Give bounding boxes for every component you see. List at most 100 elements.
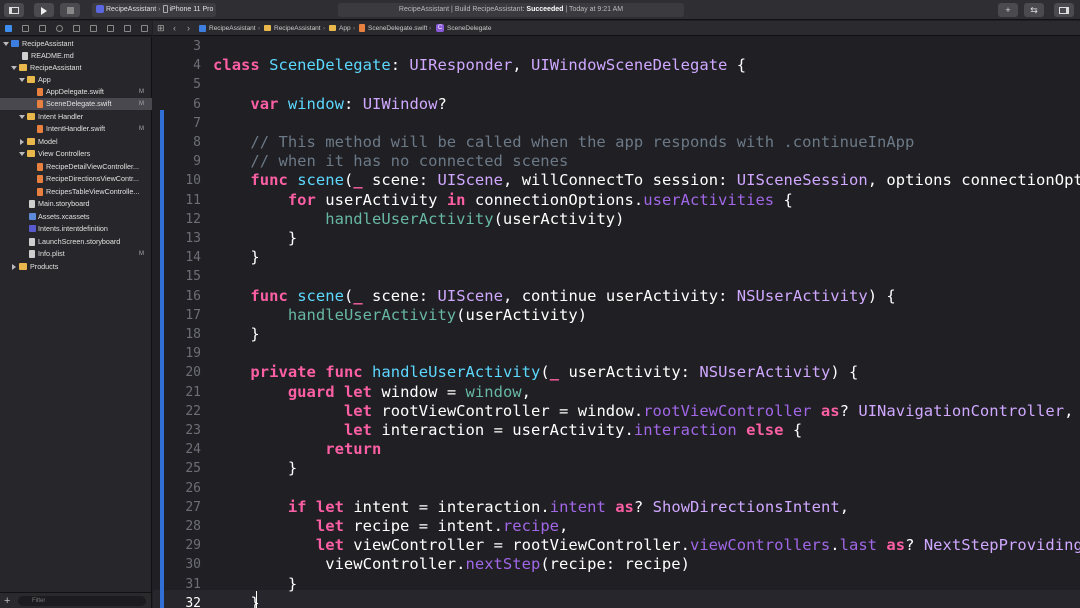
tree-item-intenthandler[interactable]: IntentHandler.swift M <box>0 123 152 135</box>
code-review-button[interactable]: ⇆ <box>1024 3 1044 17</box>
code-line[interactable]: class SceneDelegate: UIResponder, UIWind… <box>213 56 746 74</box>
tree-item-label: README.md <box>31 51 74 60</box>
activity-status: RecipeAssistant | Build RecipeAssistant:… <box>338 3 684 17</box>
tree-item-main-storyboard[interactable]: Main.storyboard <box>0 198 152 210</box>
tree-item-project[interactable]: RecipeAssistant <box>0 38 152 50</box>
symbol-navigator-icon[interactable] <box>39 25 46 32</box>
code-line[interactable]: for userActivity in connectionOptions.us… <box>213 191 793 209</box>
forward-button[interactable]: › <box>187 21 190 35</box>
disclosure-open-icon[interactable] <box>19 78 25 82</box>
tree-item-recipedirections[interactable]: RecipeDirectionsViewContr... <box>0 173 152 185</box>
scheme-selector[interactable]: RecipeAssistant › iPhone 11 Pro <box>92 3 216 17</box>
code-line[interactable]: } <box>213 229 297 247</box>
breadcrumb-file[interactable]: SceneDelegate.swift <box>368 21 427 35</box>
swift-file-icon <box>37 163 43 171</box>
line-number: 9 <box>193 154 201 170</box>
stop-button[interactable] <box>60 3 80 17</box>
tree-item-label: RecipeDetailViewController... <box>46 162 139 171</box>
find-navigator-icon[interactable] <box>56 25 63 32</box>
app-icon <box>96 5 104 14</box>
swift-file-icon <box>359 24 365 32</box>
tree-item-group-intent-handler[interactable]: Intent Handler <box>0 111 152 123</box>
code-line[interactable]: handleUserActivity(userActivity) <box>213 210 625 228</box>
code-line[interactable]: viewController.nextStep(recipe: recipe) <box>213 555 690 573</box>
source-control-icon[interactable] <box>22 25 29 32</box>
tree-item-assets[interactable]: Assets.xcassets <box>0 211 152 223</box>
related-items-icon[interactable]: ⊞ <box>157 21 165 35</box>
code-line[interactable]: // This method will be called when the a… <box>213 133 914 151</box>
code-line[interactable]: } <box>213 459 297 477</box>
run-button[interactable] <box>34 3 54 17</box>
code-line[interactable]: let viewController = rootViewController.… <box>213 536 1080 554</box>
tree-item-products[interactable]: Products <box>0 261 152 273</box>
source-editor[interactable]: 3 4 5 6 7 8 9 10 11 12 13 14 15 16 17 18 19 20 21 22 23 24 25 2… <box>153 37 1080 608</box>
code-line[interactable]: let recipe = intent.recipe, <box>213 517 569 535</box>
swift-file-icon <box>37 88 43 96</box>
status-result: Succeeded <box>526 6 564 13</box>
code-line[interactable]: guard let window = window, <box>213 383 531 401</box>
breakpoint-navigator-icon[interactable] <box>124 25 131 32</box>
library-button[interactable]: + <box>998 3 1018 17</box>
inspector-toggle-button[interactable] <box>1054 3 1074 17</box>
add-file-button[interactable]: + <box>4 594 10 608</box>
report-navigator-icon[interactable] <box>141 25 148 32</box>
breadcrumb-app[interactable]: App <box>339 21 351 35</box>
tree-item-appdelegate[interactable]: AppDelegate.swift M <box>0 86 152 98</box>
tree-item-scenedelegate[interactable]: SceneDelegate.swift M <box>0 98 152 110</box>
disclosure-open-icon[interactable] <box>3 42 9 46</box>
line-number: 29 <box>185 538 201 554</box>
disclosure-open-icon[interactable] <box>11 66 17 70</box>
code-line[interactable]: func scene(_ scene: UIScene, continue us… <box>213 287 896 305</box>
disclosure-closed-icon[interactable] <box>12 264 16 270</box>
code-line[interactable]: if let intent = interaction.intent as? S… <box>213 498 849 516</box>
tree-item-group-view-controllers[interactable]: View Controllers <box>0 148 152 160</box>
back-button[interactable]: ‹ <box>173 21 176 35</box>
tree-item-infoplist[interactable]: Info.plist M <box>0 248 152 260</box>
issue-navigator-icon[interactable] <box>73 25 80 32</box>
plist-icon <box>29 250 35 258</box>
line-number: 28 <box>185 519 201 534</box>
folder-icon <box>19 263 27 270</box>
tree-item-launchscreen[interactable]: LaunchScreen.storyboard <box>0 236 152 248</box>
tree-item-label: Main.storyboard <box>38 199 90 208</box>
line-number: 11 <box>185 192 201 208</box>
code-line[interactable]: // when it has no connected scenes <box>213 152 568 170</box>
tree-item-readme[interactable]: README.md <box>0 50 152 62</box>
tree-item-intents[interactable]: Intents.intentdefinition <box>0 223 152 235</box>
code-line[interactable]: func scene(_ scene: UIScene, willConnect… <box>213 171 1080 189</box>
code-line[interactable]: private func handleUserActivity(_ userAc… <box>213 363 858 381</box>
code-line[interactable]: } <box>213 325 260 343</box>
code-line[interactable]: handleUserActivity(userActivity) <box>213 306 587 324</box>
breadcrumb-project[interactable]: RecipeAssistant <box>209 21 256 35</box>
breadcrumb-symbol[interactable]: SceneDelegate <box>447 21 491 35</box>
disclosure-closed-icon[interactable] <box>20 139 24 145</box>
breadcrumb-group[interactable]: RecipeAssistant <box>274 21 321 35</box>
navigator-filter-bar: + Filter <box>0 592 152 608</box>
tree-item-recipestable[interactable]: RecipesTableViewControlle... <box>0 186 152 198</box>
line-number: 23 <box>185 423 201 438</box>
code-line[interactable]: } <box>213 594 260 608</box>
sidebar-icon <box>9 7 19 15</box>
tree-item-label: IntentHandler.swift <box>46 124 106 133</box>
code-line[interactable]: var window: UIWindow? <box>213 95 447 113</box>
debug-navigator-icon[interactable] <box>107 25 114 32</box>
code-line[interactable]: } <box>213 248 260 266</box>
test-navigator-icon[interactable] <box>90 25 97 32</box>
tree-item-recipedetail[interactable]: RecipeDetailViewController... <box>0 161 152 173</box>
tree-item-group-model[interactable]: Model <box>0 136 152 148</box>
code-line[interactable]: let rootViewController = window.rootView… <box>213 402 1073 420</box>
code-line[interactable]: } <box>213 575 297 593</box>
disclosure-open-icon[interactable] <box>19 152 25 156</box>
filter-input[interactable]: Filter <box>18 596 146 606</box>
code-line[interactable]: return <box>213 440 381 458</box>
code-line[interactable]: let interaction = userActivity.interacti… <box>213 421 802 439</box>
disclosure-open-icon[interactable] <box>19 115 25 119</box>
tree-item-group-recipeassistant[interactable]: RecipeAssistant <box>0 62 152 74</box>
navigator-toggle-button[interactable] <box>4 3 24 17</box>
project-navigator-icon[interactable] <box>5 25 12 32</box>
line-number: 7 <box>193 115 201 131</box>
modified-badge: M <box>139 126 144 132</box>
tree-item-group-app[interactable]: App <box>0 74 152 86</box>
line-number: 30 <box>185 557 201 573</box>
tree-item-label: Model <box>38 137 58 146</box>
